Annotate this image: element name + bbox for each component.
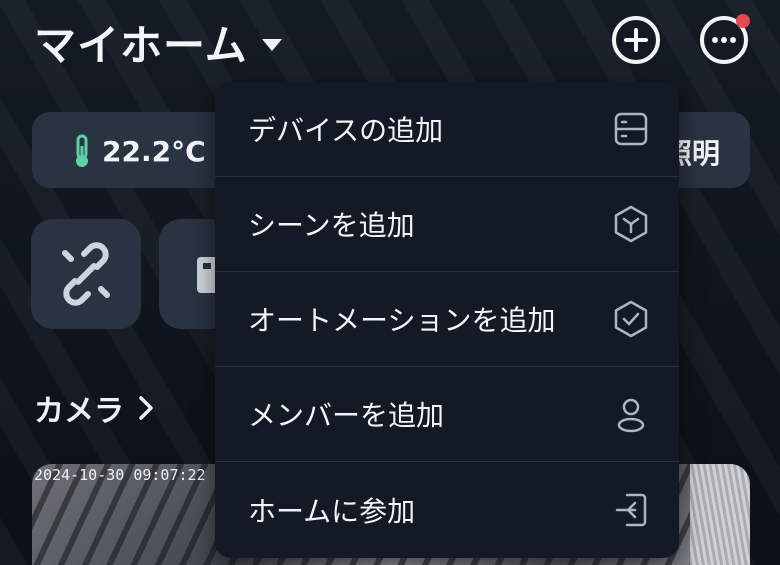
sign-in-icon [615,493,647,526]
chevron-right-icon [139,396,153,420]
temperature-value: 22.2°C [102,134,206,168]
page-title: マイホーム [34,21,248,70]
unlink-icon [62,242,110,306]
chevron-down-icon [261,38,282,51]
notification-badge [736,14,750,28]
automation-check-icon [614,300,648,338]
device-panel-icon [614,112,648,146]
home-selector[interactable]: マイホーム [34,12,282,73]
menu-item-join-home[interactable]: ホームに参加 [215,462,679,557]
add-button[interactable] [612,16,660,64]
menu-item-label: ホームに参加 [248,494,416,528]
camera-timestamp: 2024-10-30 09:07:22 [34,466,206,484]
scene-hexagon-icon [614,205,648,243]
menu-item-add-automation[interactable]: オートメーションを追加 [215,272,679,367]
menu-item-label: メンバーを追加 [248,399,445,432]
temperature-display: 22.2°C [72,134,206,168]
menu-item-label: デバイスの追加 [248,114,444,147]
menu-item-add-device[interactable]: デバイスの追加 [215,82,679,177]
quick-action-unlink[interactable] [31,219,141,329]
plus-circle-icon [624,28,648,52]
person-icon [617,398,645,433]
menu-item-label: オートメーションを追加 [248,304,556,337]
more-button[interactable] [700,14,750,64]
menu-item-add-member[interactable]: メンバーを追加 [215,367,679,462]
camera-image-edge [690,464,750,565]
camera-section-label: カメラ [34,394,124,429]
thermometer-icon [76,134,88,167]
menu-item-label: シーンを追加 [248,209,415,242]
menu-item-add-scene[interactable]: シーンを追加 [215,177,679,272]
add-menu: デバイスの追加 シーンを追加 オートメーションを追加 メンバーを追加 ホームに参… [215,82,679,558]
camera-section-header[interactable]: カメラ [34,386,154,430]
